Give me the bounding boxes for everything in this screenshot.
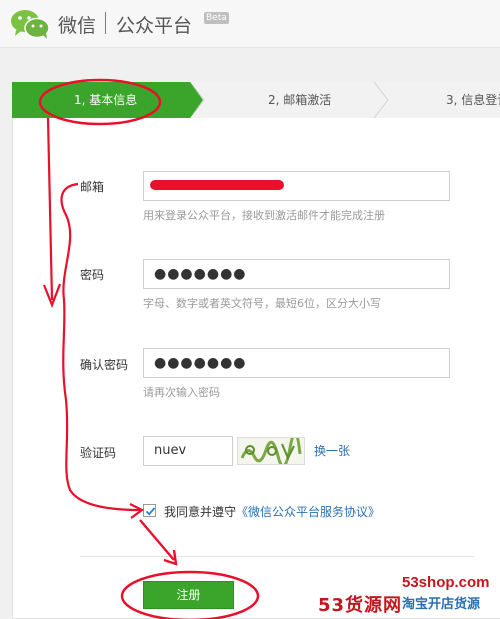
brand-separator — [105, 12, 106, 34]
agreement-link[interactable]: 《微信公众平台服务协议》 — [236, 505, 380, 519]
watermark-brand: 53货源网 — [318, 595, 403, 616]
password-hint: 字母、数字或者英文符号，最短6位，区分大小写 — [143, 297, 381, 310]
step-email-activation: 2, 邮箱激活 — [268, 93, 332, 107]
password-label: 密码 — [80, 268, 105, 282]
form-divider — [80, 556, 474, 557]
confirm-password-field[interactable]: ●●●●●●● — [143, 348, 450, 378]
email-hint: 用来登录公众平台，接收到激活邮件才能完成注册 — [143, 209, 385, 222]
captcha-glyphs-icon — [240, 432, 302, 468]
captcha-refresh-link[interactable]: 换一张 — [314, 442, 350, 459]
checkmark-icon — [145, 507, 156, 516]
agreement-text: 我同意并遵守《微信公众平台服务协议》 — [164, 503, 380, 520]
captcha-label: 验证码 — [80, 446, 117, 460]
email-redaction-mark — [150, 180, 284, 190]
email-label: 邮箱 — [80, 180, 105, 194]
agreement-checkbox[interactable] — [143, 504, 156, 517]
progress-steps: 1, 基本信息 2, 邮箱激活 3, 信息登记 — [12, 82, 500, 118]
confirm-password-hint: 请再次输入密码 — [143, 386, 220, 399]
confirm-password-label: 确认密码 — [80, 358, 129, 372]
step-basic-info: 1, 基本信息 — [74, 93, 138, 107]
register-button[interactable]: 注册 — [143, 581, 234, 609]
watermark-site: 53shop.com — [402, 574, 490, 591]
watermark-store: 淘宝开店货源 — [402, 597, 481, 612]
captcha-input[interactable]: nuev — [143, 436, 233, 466]
captcha-image[interactable] — [237, 432, 305, 468]
top-header: 微信 公众平台 Beta — [0, 0, 500, 48]
product-name: 公众平台 — [116, 15, 193, 37]
password-field[interactable]: ●●●●●●● — [143, 259, 450, 289]
step-info-registration: 3, 信息登记 — [446, 93, 500, 107]
wechat-logo-icon — [11, 10, 50, 39]
brand-name: 微信 — [58, 15, 97, 37]
agreement-prefix: 我同意并遵守 — [164, 505, 237, 519]
beta-badge: Beta — [204, 12, 229, 24]
